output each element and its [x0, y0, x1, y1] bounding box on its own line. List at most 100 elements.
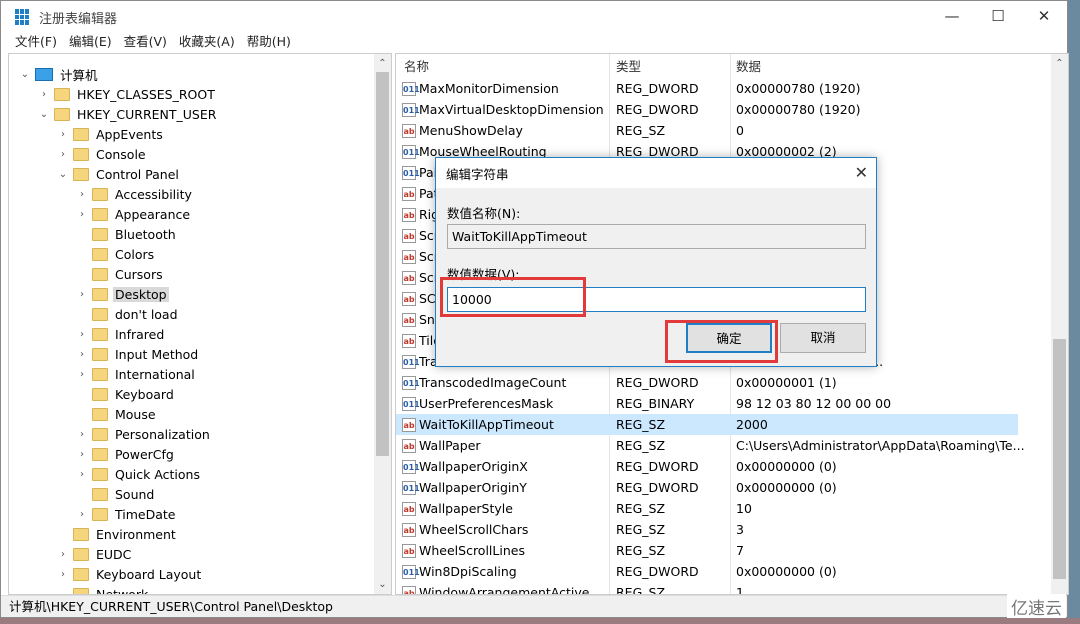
- tree-item[interactable]: Bluetooth: [76, 224, 178, 244]
- folder-icon: [92, 267, 108, 281]
- tree-item[interactable]: › Input Method: [76, 344, 200, 364]
- tree-item[interactable]: Colors: [76, 244, 156, 264]
- value-row[interactable]: ab WindowArrangementActive REG_SZ 1: [396, 582, 1018, 595]
- watermark-logo: 亿速云: [1007, 594, 1066, 619]
- chevron-right-icon[interactable]: ›: [76, 289, 88, 300]
- minimize-button[interactable]: —: [929, 1, 975, 31]
- tree-item[interactable]: › Console: [57, 144, 148, 164]
- cancel-button[interactable]: 取消: [780, 323, 866, 353]
- value-name: MaxVirtualDesktopDimension: [419, 102, 604, 117]
- value-row[interactable]: 011 Win8DpiScaling REG_DWORD 0x00000000 (0): [396, 561, 1018, 582]
- value-row[interactable]: ab WallPaper REG_SZ C:\Users\Administrator\…: [396, 435, 1025, 456]
- chevron-right-icon[interactable]: ›: [76, 349, 88, 360]
- menu-edit[interactable]: 编辑(E): [63, 33, 118, 53]
- value-type: REG_SZ: [616, 585, 666, 595]
- tree-item-label: Sound: [115, 486, 155, 502]
- folder-icon: [92, 447, 108, 461]
- value-row[interactable]: 011 WallpaperOriginX REG_DWORD 0x00000000 (…: [396, 456, 1018, 477]
- value-row[interactable]: 011 MaxMonitorDimension REG_DWORD 0x0000078…: [396, 78, 1018, 99]
- value-row[interactable]: 011 TranscodedImageCount REG_DWORD 0x000000…: [396, 372, 1018, 393]
- menu-file[interactable]: 文件(F): [9, 33, 63, 53]
- chevron-down-icon[interactable]: ⌄: [57, 169, 69, 180]
- menu-favorites[interactable]: 收藏夹(A): [173, 33, 241, 53]
- scroll-up-icon[interactable]: ⌃: [374, 58, 391, 69]
- string-value-icon: ab: [402, 333, 416, 348]
- chevron-right-icon[interactable]: ›: [76, 509, 88, 520]
- menu-help[interactable]: 帮助(H): [241, 33, 297, 53]
- string-value-icon: ab: [402, 522, 416, 537]
- column-data[interactable]: 数据: [736, 56, 761, 75]
- column-name[interactable]: 名称: [404, 56, 429, 75]
- tree-item[interactable]: Network: [57, 584, 150, 594]
- chevron-down-icon[interactable]: ⌄: [38, 109, 50, 120]
- chevron-right-icon[interactable]: ›: [57, 149, 69, 160]
- chevron-right-icon[interactable]: ›: [76, 429, 88, 440]
- chevron-right-icon[interactable]: ›: [38, 89, 50, 100]
- string-value-icon: ab: [402, 228, 416, 243]
- maximize-button[interactable]: ☐: [975, 1, 1021, 31]
- value-row[interactable]: ab MenuShowDelay REG_SZ 0: [396, 120, 1018, 141]
- tree-item[interactable]: › Quick Actions: [76, 464, 202, 484]
- string-value-icon: ab: [402, 438, 416, 453]
- tree-item[interactable]: › HKEY_CLASSES_ROOT: [38, 84, 217, 104]
- tree-item[interactable]: › AppEvents: [57, 124, 165, 144]
- tree-item[interactable]: ⌄ HKEY_CURRENT_USER: [38, 104, 218, 124]
- value-data: 98 12 03 80 12 00 00 00: [736, 396, 892, 411]
- column-type[interactable]: 类型: [616, 56, 641, 75]
- tree-item[interactable]: don't load: [76, 304, 180, 324]
- chevron-right-icon[interactable]: ›: [76, 469, 88, 480]
- value-row[interactable]: 011 MaxVirtualDesktopDimension REG_DWORD 0x…: [396, 99, 1018, 120]
- chevron-right-icon[interactable]: ›: [76, 209, 88, 220]
- value-data: 0x00000780 (1920): [736, 81, 861, 96]
- list-scrollbar[interactable]: ⌃: [1051, 54, 1068, 594]
- tree-scroll-thumb[interactable]: [376, 72, 389, 456]
- list-scroll-thumb[interactable]: [1053, 339, 1066, 579]
- value-row[interactable]: ab WallpaperStyle REG_SZ 10: [396, 498, 1018, 519]
- tree-item[interactable]: › Accessibility: [76, 184, 194, 204]
- chevron-down-icon[interactable]: ⌄: [19, 69, 31, 80]
- scroll-up-icon[interactable]: ⌃: [1051, 58, 1068, 69]
- chevron-right-icon[interactable]: ›: [76, 369, 88, 380]
- tree-item[interactable]: Environment: [57, 524, 178, 544]
- value-type: REG_DWORD: [616, 459, 699, 474]
- chevron-right-icon[interactable]: ›: [57, 129, 69, 140]
- binary-value-icon: 011: [402, 165, 420, 180]
- tree-item[interactable]: Cursors: [76, 264, 165, 284]
- tree-item[interactable]: › PowerCfg: [76, 444, 176, 464]
- value-row[interactable]: 011 UserPreferencesMask REG_BINARY 98 12 03…: [396, 393, 1018, 414]
- dialog-close-icon[interactable]: ✕: [855, 163, 868, 182]
- tree-item[interactable]: › International: [76, 364, 197, 384]
- chevron-right-icon[interactable]: ›: [76, 449, 88, 460]
- tree-item[interactable]: › TimeDate: [76, 504, 177, 524]
- tree-item[interactable]: › Desktop: [76, 284, 169, 304]
- chevron-right-icon[interactable]: ›: [57, 549, 69, 560]
- chevron-right-icon[interactable]: ›: [76, 189, 88, 200]
- tree-item[interactable]: ⌄ 计算机: [19, 64, 100, 84]
- tree-item[interactable]: ⌄ Control Panel: [57, 164, 181, 184]
- scroll-down-icon[interactable]: ⌄: [374, 579, 391, 590]
- value-row[interactable]: ab WheelScrollLines REG_SZ 7: [396, 540, 1018, 561]
- value-row[interactable]: 011 WallpaperOriginY REG_DWORD 0x00000000 (…: [396, 477, 1018, 498]
- chevron-right-icon[interactable]: ›: [76, 329, 88, 340]
- string-value-icon: ab: [402, 186, 416, 201]
- tree-item[interactable]: › Infrared: [76, 324, 166, 344]
- tree-item-label: International: [115, 366, 195, 382]
- tree-item[interactable]: › Appearance: [76, 204, 192, 224]
- value-row[interactable]: ab WaitToKillAppTimeout REG_SZ 2000: [396, 414, 1018, 435]
- binary-value-icon: 011: [402, 480, 420, 495]
- tree-item[interactable]: › Personalization: [76, 424, 212, 444]
- close-button[interactable]: ✕: [1021, 1, 1067, 31]
- string-value-icon: ab: [402, 270, 416, 285]
- dialog-title: 编辑字符串: [446, 166, 509, 182]
- menu-view[interactable]: 查看(V): [118, 33, 173, 53]
- tree-item[interactable]: Sound: [76, 484, 156, 504]
- tree-item[interactable]: › EUDC: [57, 544, 133, 564]
- tree-scrollbar[interactable]: ⌃ ⌄: [374, 54, 391, 594]
- tree-item[interactable]: › Keyboard Layout: [57, 564, 203, 584]
- chevron-right-icon[interactable]: ›: [57, 569, 69, 580]
- value-row[interactable]: ab WheelScrollChars REG_SZ 3: [396, 519, 1018, 540]
- tree-item[interactable]: Keyboard: [76, 384, 176, 404]
- string-value-icon: ab: [402, 291, 416, 306]
- tree-item[interactable]: Mouse: [76, 404, 158, 424]
- string-value-icon: ab: [402, 585, 416, 594]
